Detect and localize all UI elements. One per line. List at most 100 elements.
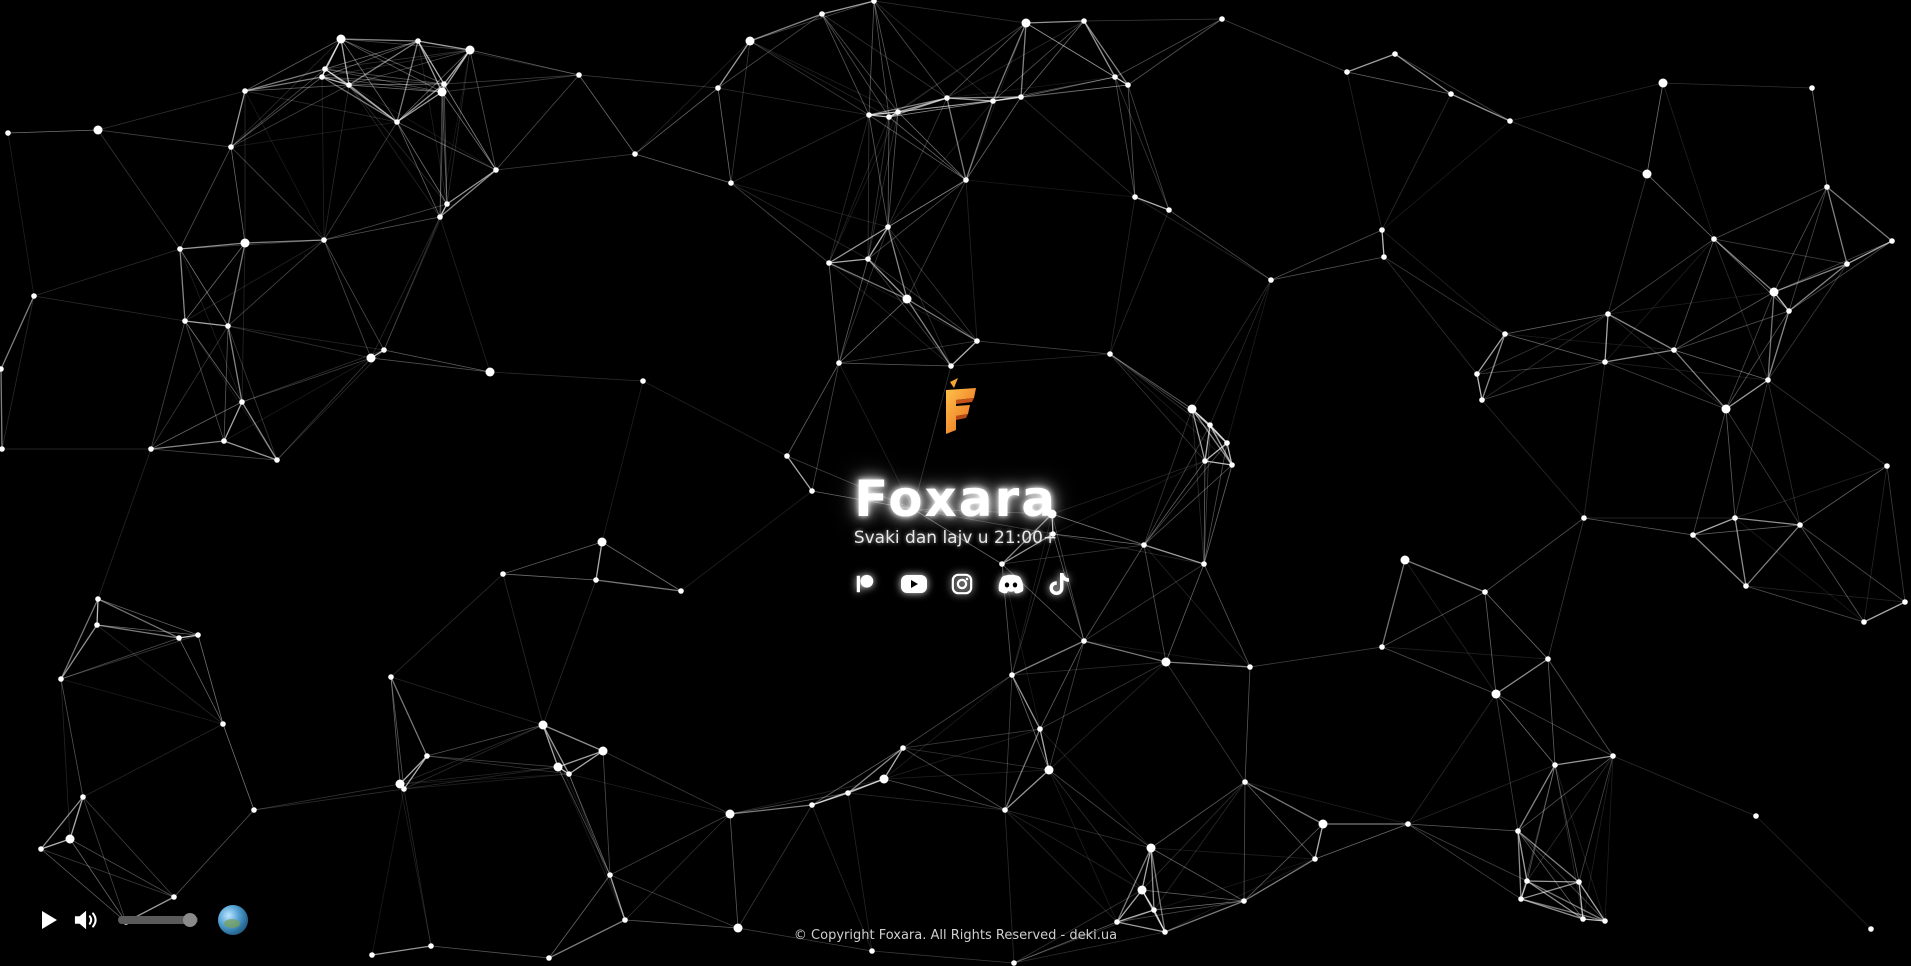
network-node [865,256,871,262]
network-link [1767,310,1790,381]
network-link [1039,661,1167,730]
network-link [1004,674,1013,811]
network-link [1811,87,1828,188]
network-link [1381,229,1506,335]
network-node [1229,462,1235,468]
network-node [346,82,352,88]
network-node [1224,440,1230,446]
youtube-link[interactable] [899,569,929,599]
network-link [97,598,199,636]
network-link [609,813,731,876]
network-node [225,323,231,329]
network-node [322,66,328,72]
volume-slider-handle[interactable] [183,913,197,927]
network-node [242,88,248,94]
network-link [1713,238,1790,312]
network-link [1495,693,1519,832]
network-link [178,634,199,639]
network-link [867,114,870,260]
network-link [1481,313,1609,401]
network-link [1381,229,1385,258]
network-link [430,945,550,959]
network-link [749,40,890,118]
network-link [1191,279,1272,410]
network-link [69,838,175,898]
network-link [0,295,35,370]
network-link [578,74,636,155]
network-link [1143,544,1251,668]
network-node [836,360,842,366]
network-link [1244,781,1324,825]
play-icon [42,911,57,929]
network-link [197,634,224,725]
network-link [230,90,246,148]
network-node [336,34,346,44]
network-link [730,182,830,264]
network-link [1788,240,1893,312]
network-node [1844,261,1850,267]
network-link [1083,563,1205,642]
network-link [223,357,372,442]
network-link [1127,84,1136,198]
network-link [0,368,3,450]
network-link [241,242,246,403]
network-link [568,750,604,775]
network-link [184,242,246,322]
network-node [1507,118,1513,124]
network-node [1658,78,1668,88]
network-link [1314,823,1409,860]
network-link [1168,209,1272,281]
network-link [1,295,35,450]
network-node [1011,960,1017,966]
network-link [1116,900,1245,923]
discord-link[interactable] [996,569,1026,599]
network-link [1226,279,1272,444]
network-link [1141,781,1246,891]
network-node [415,38,421,44]
network-link [348,84,497,171]
network-link [1767,263,1848,381]
network-link [1607,173,1648,315]
network-link [1394,53,1511,122]
network-link [1048,640,1085,771]
network-link [222,723,255,811]
youtube-icon [900,575,927,593]
network-link [1607,291,1775,315]
network-link [179,248,229,327]
network-link [1270,229,1383,281]
network-link [321,76,398,123]
network-node [1201,561,1207,567]
network-link [595,579,682,592]
network-link [578,74,719,89]
copyright-footer: © Copyright Foxara. All Rights Reserved … [793,928,1118,943]
network-link [634,87,719,155]
network-link [883,778,1006,811]
network-node [895,109,901,115]
tiktok-link[interactable] [1044,569,1074,599]
network-link [1713,238,1848,265]
patreon-link[interactable] [850,569,880,599]
network-link [887,111,899,228]
network-link [1745,585,1906,603]
network-link [828,116,890,264]
network-link [1083,18,1223,22]
network-link [634,153,732,184]
network-link [184,320,243,403]
network-link [1407,823,1528,882]
network-node [65,834,75,844]
network-link [276,349,385,461]
network-node [1400,555,1410,565]
network-link [223,401,243,442]
network-node [221,438,227,444]
volume-slider[interactable] [118,913,198,927]
network-link [390,676,544,726]
network-node [1605,311,1611,317]
instagram-link[interactable] [947,569,977,599]
network-link [230,121,398,148]
network-link [1141,847,1152,891]
network-node [1809,85,1815,91]
network-node [886,114,892,120]
network-link [1863,601,1906,623]
network-link [7,132,35,297]
network-link [69,796,84,840]
